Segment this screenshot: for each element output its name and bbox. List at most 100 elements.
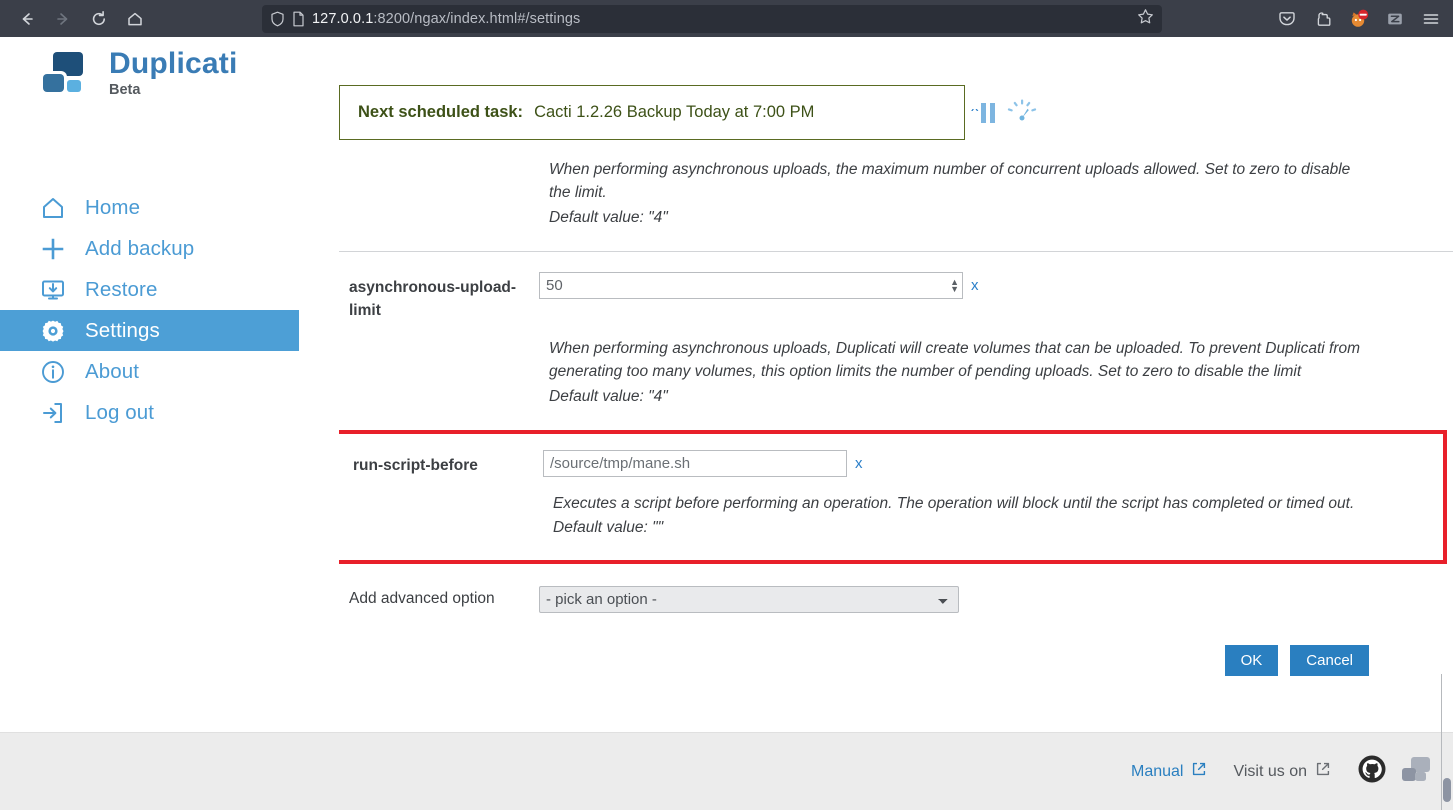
brand-subtitle: Beta (109, 81, 141, 98)
option-name: run-script-before (353, 457, 478, 475)
back-button[interactable] (10, 4, 44, 34)
option-row-highlighted: run-script-before x Executes a script be… (339, 430, 1447, 564)
duplicati-icon[interactable] (1401, 756, 1431, 787)
sidebar-item-about[interactable]: About (0, 351, 339, 392)
adblock-fox-icon[interactable] (1343, 4, 1375, 34)
browser-toolbar: 127.0.0.1:8200/ngax/index.html#/settings (0, 0, 1453, 37)
external-link-icon (1191, 761, 1207, 782)
sidebar-item-log-out[interactable]: Log out (0, 392, 339, 433)
duplicati-logo-icon (38, 47, 96, 99)
url-path: :8200/ngax/index.html#/settings (373, 10, 581, 27)
add-advanced-option-select[interactable]: - pick an option - (539, 585, 959, 613)
remove-option-link[interactable]: x (855, 450, 863, 472)
run-script-before-input[interactable] (543, 450, 847, 478)
pause-bar-right (990, 102, 995, 123)
duplicati-app: Duplicati Beta Next scheduled task: Cact… (0, 37, 1453, 810)
sidebar-item-label: Log out (85, 400, 155, 424)
url-host: 127.0.0.1 (312, 10, 374, 27)
page-icon (293, 11, 304, 26)
option-value-input[interactable] (539, 272, 963, 300)
bookmark-star-icon[interactable] (1137, 8, 1154, 30)
option-name: asynchronous-upload-limit (349, 279, 517, 320)
url-text: 127.0.0.1:8200/ngax/index.html#/settings (312, 11, 580, 27)
brand: Duplicati Beta (0, 47, 237, 99)
brand-text: Duplicati Beta (109, 46, 238, 98)
spinner-down-arrow[interactable]: ▼ (950, 284, 959, 293)
pocket-icon[interactable] (1271, 4, 1303, 34)
sidebar-item-label: Restore (85, 277, 158, 301)
option-description-text: When performing asynchronous uploads, Du… (549, 339, 1361, 381)
spinner-arrows[interactable]: ▲ ▼ (950, 277, 959, 293)
pause-icon[interactable] (981, 102, 995, 123)
visit-label: Visit us on (1233, 762, 1307, 780)
cancel-button[interactable]: Cancel (1290, 644, 1369, 676)
back-arrow-icon (22, 12, 33, 25)
spinner-wrapper: ▲ ▼ (539, 272, 963, 300)
sidebar-item-label: Home (85, 195, 141, 219)
option-default-value: Default value: "4" (549, 208, 668, 226)
manual-label: Manual (1130, 762, 1184, 780)
manual-link[interactable]: Manual (1131, 761, 1207, 782)
sidebar-item-add-backup[interactable]: Add backup (0, 228, 339, 269)
forward-button[interactable] (46, 4, 80, 34)
menu-icon[interactable] (1415, 4, 1447, 34)
browser-nav-buttons (10, 4, 152, 34)
next-scheduled-task-banner: Next scheduled task: Cacti 1.2.26 Backup… (339, 85, 965, 140)
settings-content: asynchronous-concurrent-upload-limit ▲ ▼… (339, 109, 1453, 746)
option-description: When performing asynchronous uploads, Du… (539, 337, 1365, 409)
app-footer: Manual Visit us on (0, 732, 1453, 810)
scrollbar-thumb[interactable] (1443, 778, 1451, 802)
sidebar: Home Add backup Restore Settings About L… (0, 187, 339, 433)
option-default-value: Default value: "" (553, 519, 664, 537)
sidebar-item-restore[interactable]: Restore (0, 269, 339, 310)
browser-extension-icons (1271, 4, 1447, 34)
footer-social-icons (1357, 754, 1431, 789)
add-advanced-option-label: Add advanced option (349, 590, 495, 608)
sidebar-item-label: Add backup (85, 236, 195, 260)
ok-button[interactable]: OK (1224, 644, 1279, 676)
banner-controls (981, 99, 1037, 126)
scheduled-task-bar: Next scheduled task: Cacti 1.2.26 Backup… (339, 85, 1037, 140)
option-description: When performing asynchronous uploads, th… (539, 158, 1365, 230)
plus-icon (40, 236, 66, 262)
reload-icon (92, 10, 105, 25)
extension-icon[interactable] (1307, 4, 1339, 34)
option-description-text: When performing asynchronous uploads, th… (549, 160, 1351, 202)
option-field: x (543, 448, 863, 478)
option-header: run-script-before x (353, 448, 1433, 478)
reload-button[interactable] (82, 4, 116, 34)
info-circle-icon (40, 359, 66, 385)
sidebar-item-settings[interactable]: Settings (0, 310, 299, 351)
option-row: asynchronous-upload-limit ▲ ▼ x When per… (339, 251, 1453, 430)
home-icon (128, 12, 142, 25)
page-scrollbar[interactable] (1441, 74, 1453, 810)
remove-option-link[interactable]: x (971, 272, 979, 294)
add-advanced-option-row: Add advanced option - pick an option - (339, 564, 1453, 613)
sidebar-item-label: Settings (85, 318, 160, 342)
home-button[interactable] (118, 4, 152, 34)
option-field: ▲ ▼ x (539, 270, 979, 300)
next-task-label: Next scheduled task: (358, 103, 524, 121)
throttle-speedometer-icon[interactable] (1007, 99, 1037, 126)
shield-icon (271, 11, 284, 26)
option-default-value: Default value: "4" (549, 387, 668, 405)
external-link-icon (1315, 761, 1331, 782)
brand-title: Duplicati (109, 46, 238, 80)
monitor-down-icon (40, 277, 66, 303)
option-header: asynchronous-upload-limit ▲ ▼ x (349, 270, 1443, 323)
next-task-value: Cacti 1.2.26 Backup Today at 7:00 PM (534, 103, 815, 121)
logout-icon (40, 400, 66, 426)
visit-us-on-label: Visit us on (1233, 761, 1331, 782)
github-icon[interactable] (1357, 754, 1387, 789)
scrollbar-track-line (1441, 674, 1442, 810)
address-bar[interactable]: 127.0.0.1:8200/ngax/index.html#/settings (262, 4, 1162, 33)
zotero-icon[interactable] (1379, 4, 1411, 34)
option-description: Executes a script before performing an o… (543, 492, 1369, 540)
sidebar-item-home[interactable]: Home (0, 187, 339, 228)
pause-bar-left (981, 102, 986, 123)
form-buttons: OK Cancel (339, 613, 1453, 676)
option-description-text: Executes a script before performing an o… (553, 494, 1355, 512)
sidebar-item-label: About (85, 359, 140, 383)
house-icon (40, 195, 66, 221)
forward-arrow-icon (57, 12, 68, 25)
